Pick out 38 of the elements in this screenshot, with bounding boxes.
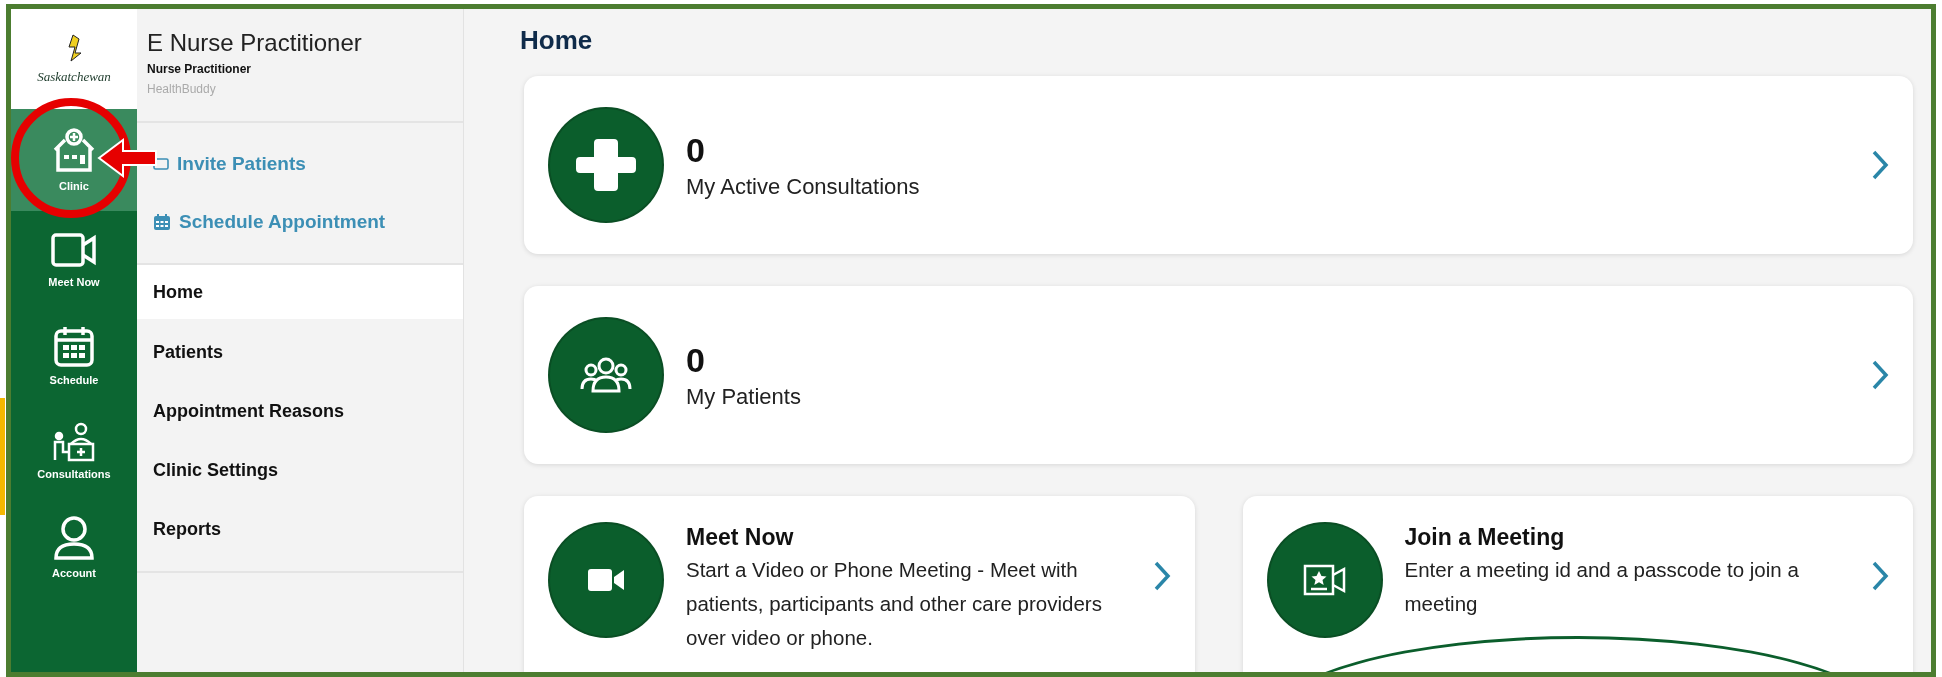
rail-item[interactable]: Consultations [11,403,137,499]
nav-item[interactable]: Reports [137,500,463,559]
nav-item[interactable]: Home [137,265,463,319]
card-label: My Patients [686,383,801,410]
count-value: 0 [686,340,705,380]
people-group-icon [579,355,633,395]
action-card[interactable]: Join a Meeting Enter a meeting id and a passcode to join a meeting [1242,496,1913,672]
video-camera-icon [50,230,98,270]
user-role: Nurse Practitioner [147,62,252,76]
card-title: Join a Meeting [1404,524,1565,551]
rail-item[interactable]: Account [11,499,137,595]
chevron-right-icon[interactable] [1871,149,1889,181]
chevron-right-icon[interactable] [1871,359,1889,391]
rail-item[interactable]: Meet Now [11,211,137,307]
card-label: My Active Consultations [686,173,920,200]
desk-person-icon [51,422,97,462]
chevron-right-icon[interactable] [1871,560,1889,592]
nav-item[interactable]: Appointment Reasons [137,382,463,441]
calendar-icon [52,324,96,368]
logo-text: Saskatchewan [37,69,111,85]
user-name: E Nurse Practitioner [147,29,362,57]
stat-card[interactable]: 0 My Patients [524,286,1913,464]
rail-item[interactable]: Schedule [11,307,137,403]
chevron-right-icon[interactable] [1152,560,1171,592]
action-card[interactable]: Meet Now Start a Video or Phone Meeting - Meet with patients, participants and other care providers over video or phone. [524,496,1195,672]
card-description: Enter a meeting id and a passcode to join a meeting [1404,557,1800,617]
nav-item[interactable]: Clinic Settings [137,441,463,500]
card-description: Start a Video or Phone Meeting - Meet with patients, participants and other care providers over video or phone. [686,557,1103,651]
clinic-building-icon [51,128,97,174]
person-icon [52,515,96,561]
star-video-icon [1301,563,1348,597]
calendar-icon [153,213,171,231]
count-value: 0 [686,130,705,170]
page-title: Home [520,25,593,56]
nav-item[interactable]: Patients [137,323,463,382]
card-title: Meet Now [686,524,794,551]
organization-name: HealthBuddy [147,82,216,96]
stat-card[interactable]: 0 My Active Consultations [524,76,1913,254]
